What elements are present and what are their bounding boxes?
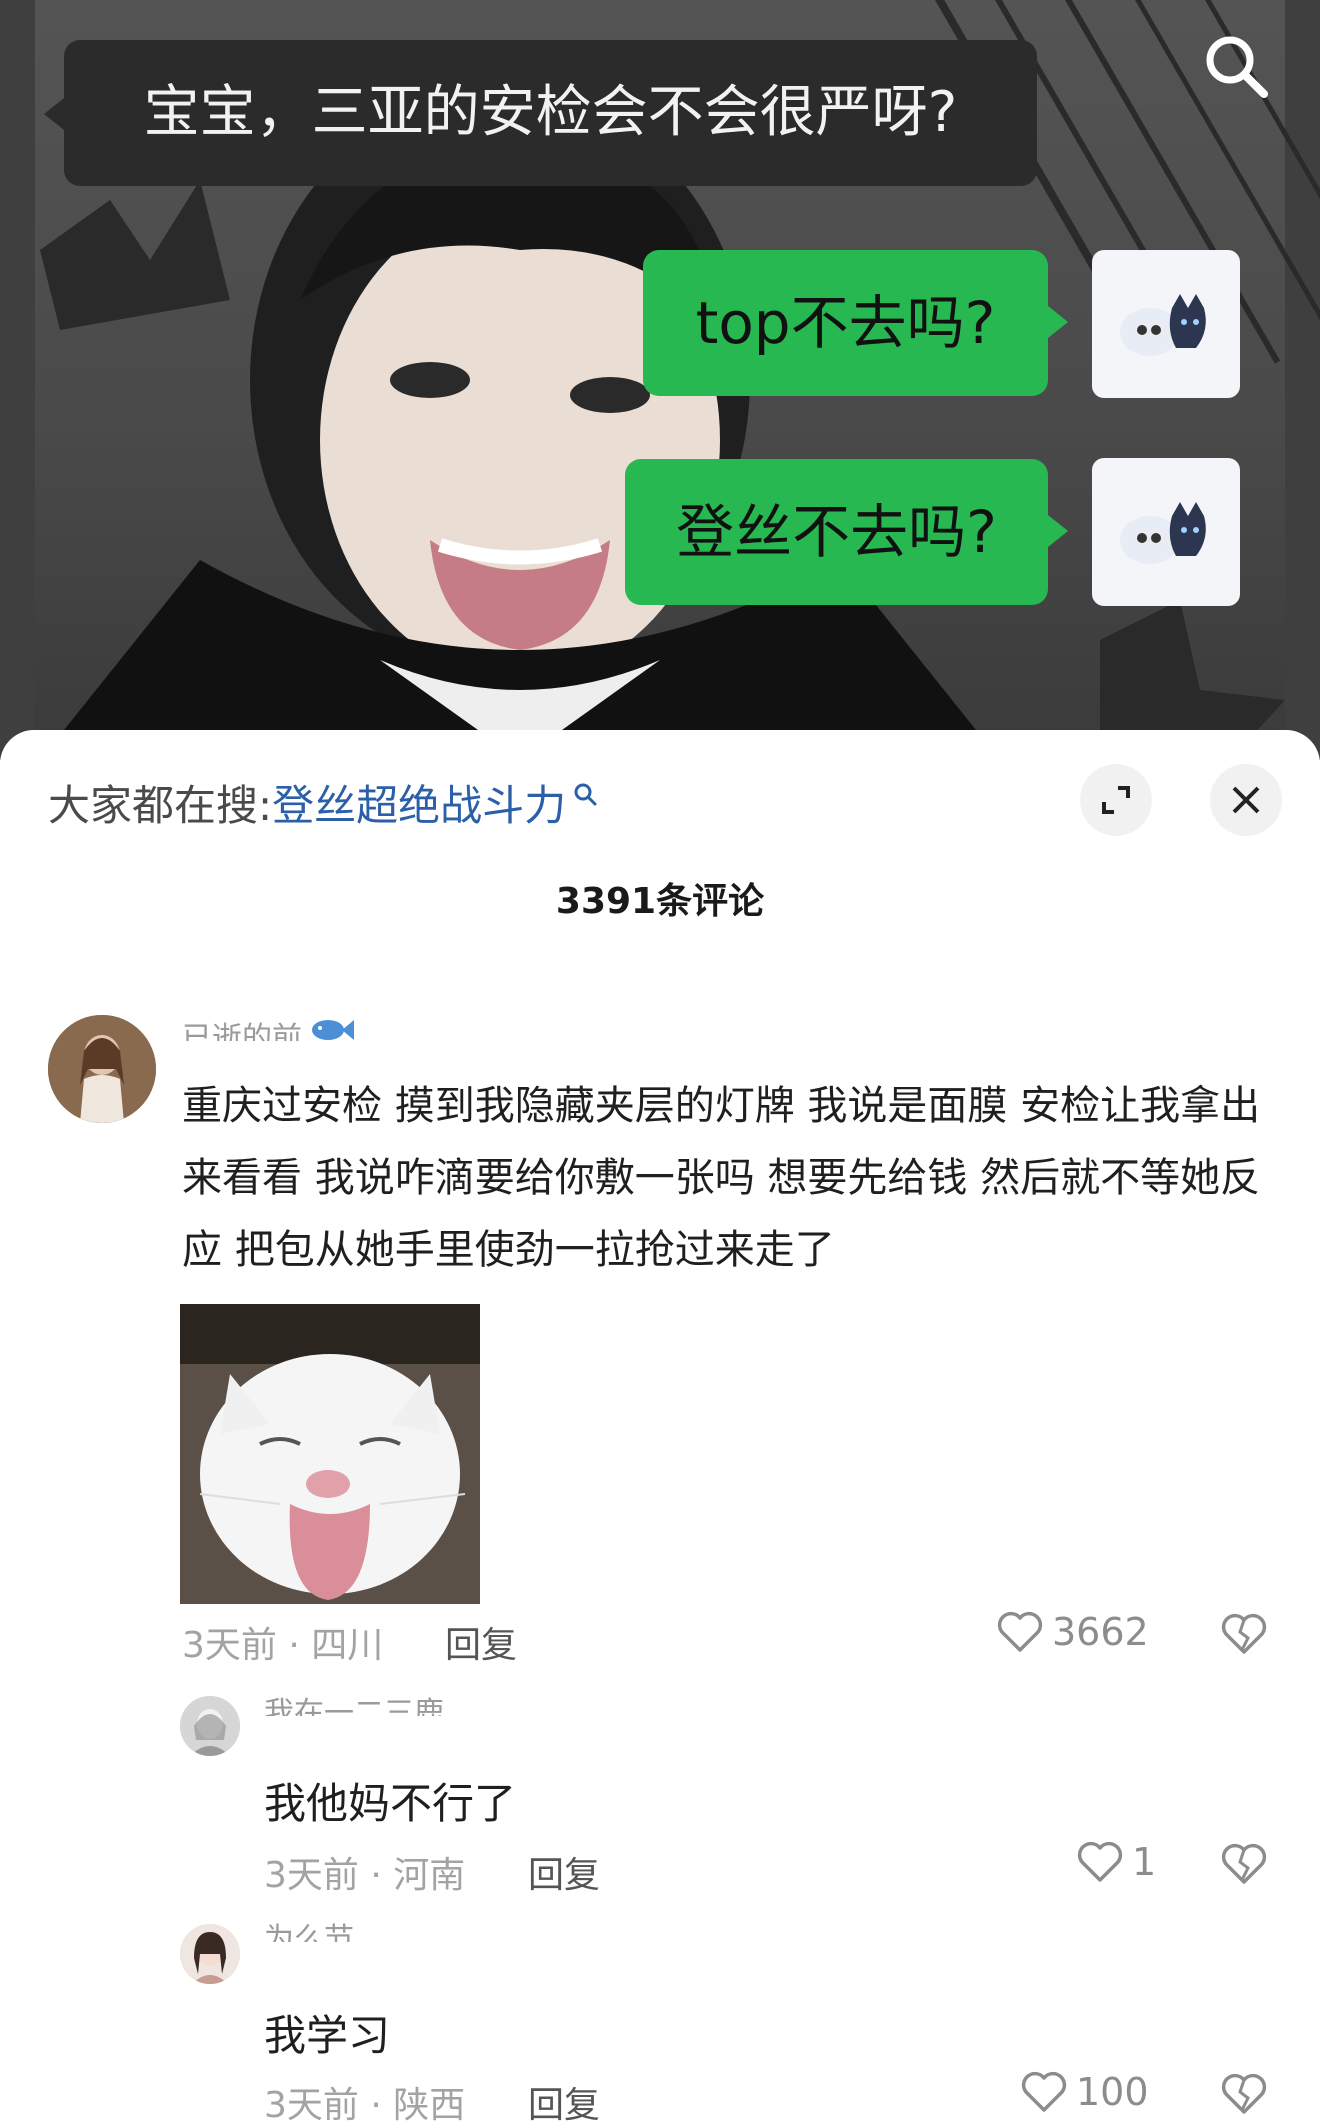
video-player[interactable]: 宝宝，三亚的安检会不会很严呀? top不去吗? 登丝不去吗? — [0, 0, 1320, 760]
like-count: 1 — [1132, 1840, 1157, 1884]
like-button[interactable]: 1 — [1076, 1840, 1156, 1884]
comment-sheet: 大家都在搜: 登丝超绝战斗力 3391条评论 已逝的前 重庆过安检 摸到我隐藏夹… — [0, 730, 1320, 2126]
broken-heart-icon — [1221, 2073, 1267, 2114]
chat-avatar — [1092, 458, 1240, 606]
search-icon — [574, 783, 597, 805]
dislike-button[interactable] — [1220, 2072, 1268, 2120]
reply-button[interactable]: 回复 — [445, 1616, 517, 1668]
comment-meta: 3天前 · 四川 — [182, 1625, 384, 1666]
chat-bubble-top: top不去吗? — [643, 250, 1068, 396]
comment-text: 重庆过安检 摸到我隐藏夹层的灯牌 我说是面膜 安检让我拿出来看看 我说咋滴要给你… — [182, 1083, 1261, 1273]
comment-username[interactable]: 已逝的前 — [182, 1016, 354, 1044]
comment-count: 3391条评论 — [555, 881, 765, 922]
close-icon — [1232, 786, 1260, 814]
expand-button[interactable] — [1080, 764, 1152, 836]
caption-bubble: 宝宝，三亚的安检会不会很严呀? — [44, 40, 1037, 186]
heart-icon — [997, 1611, 1043, 1652]
like-button[interactable]: 100 — [1020, 2070, 1149, 2114]
username-text: 为么节 — [264, 1922, 354, 1942]
reply-meta: 3天前 · 陕西 — [264, 2085, 466, 2126]
chat-avatar — [1092, 250, 1240, 398]
reply-button[interactable]: 回复 — [528, 1846, 600, 1898]
reply-username[interactable]: 为么节 — [264, 1920, 354, 1942]
like-count: 100 — [1076, 2070, 1149, 2114]
like-button[interactable]: 3662 — [996, 1610, 1149, 1654]
chat-bubble-dengsi: 登丝不去吗? — [625, 459, 1068, 605]
heart-icon — [1021, 2071, 1067, 2112]
avatar[interactable] — [180, 1924, 240, 1984]
reply-text: 我他妈不行了 — [264, 1779, 517, 1828]
avatar[interactable] — [180, 1696, 240, 1756]
username-text: 我在一二三鹿 — [264, 1696, 444, 1716]
heart-icon — [1077, 1841, 1123, 1882]
comment-image[interactable] — [180, 1304, 480, 1604]
dislike-button[interactable] — [1220, 1612, 1268, 1660]
hot-search-prefix: 大家都在搜: — [48, 781, 273, 830]
like-count: 3662 — [1052, 1610, 1149, 1654]
avatar[interactable] — [48, 1015, 156, 1123]
reply-username[interactable]: 我在一二三鹿 — [264, 1694, 444, 1716]
hot-search-bar[interactable]: 大家都在搜: 登丝超绝战斗力 — [48, 772, 598, 833]
broken-heart-icon — [1221, 1843, 1267, 1884]
hot-search-term[interactable]: 登丝超绝战斗力 — [272, 772, 566, 833]
search-icon[interactable] — [1200, 30, 1272, 102]
broken-heart-icon — [1221, 1613, 1267, 1654]
username-text: 已逝的前 — [182, 1021, 302, 1041]
reply-meta: 3天前 · 河南 — [264, 1855, 466, 1896]
expand-icon — [1102, 786, 1130, 814]
dislike-button[interactable] — [1220, 1842, 1268, 1890]
reply-button[interactable]: 回复 — [528, 2076, 600, 2126]
close-button[interactable] — [1210, 764, 1282, 836]
fish-badge-icon — [312, 1020, 354, 1040]
reply-text: 我学习 — [264, 2011, 391, 2060]
